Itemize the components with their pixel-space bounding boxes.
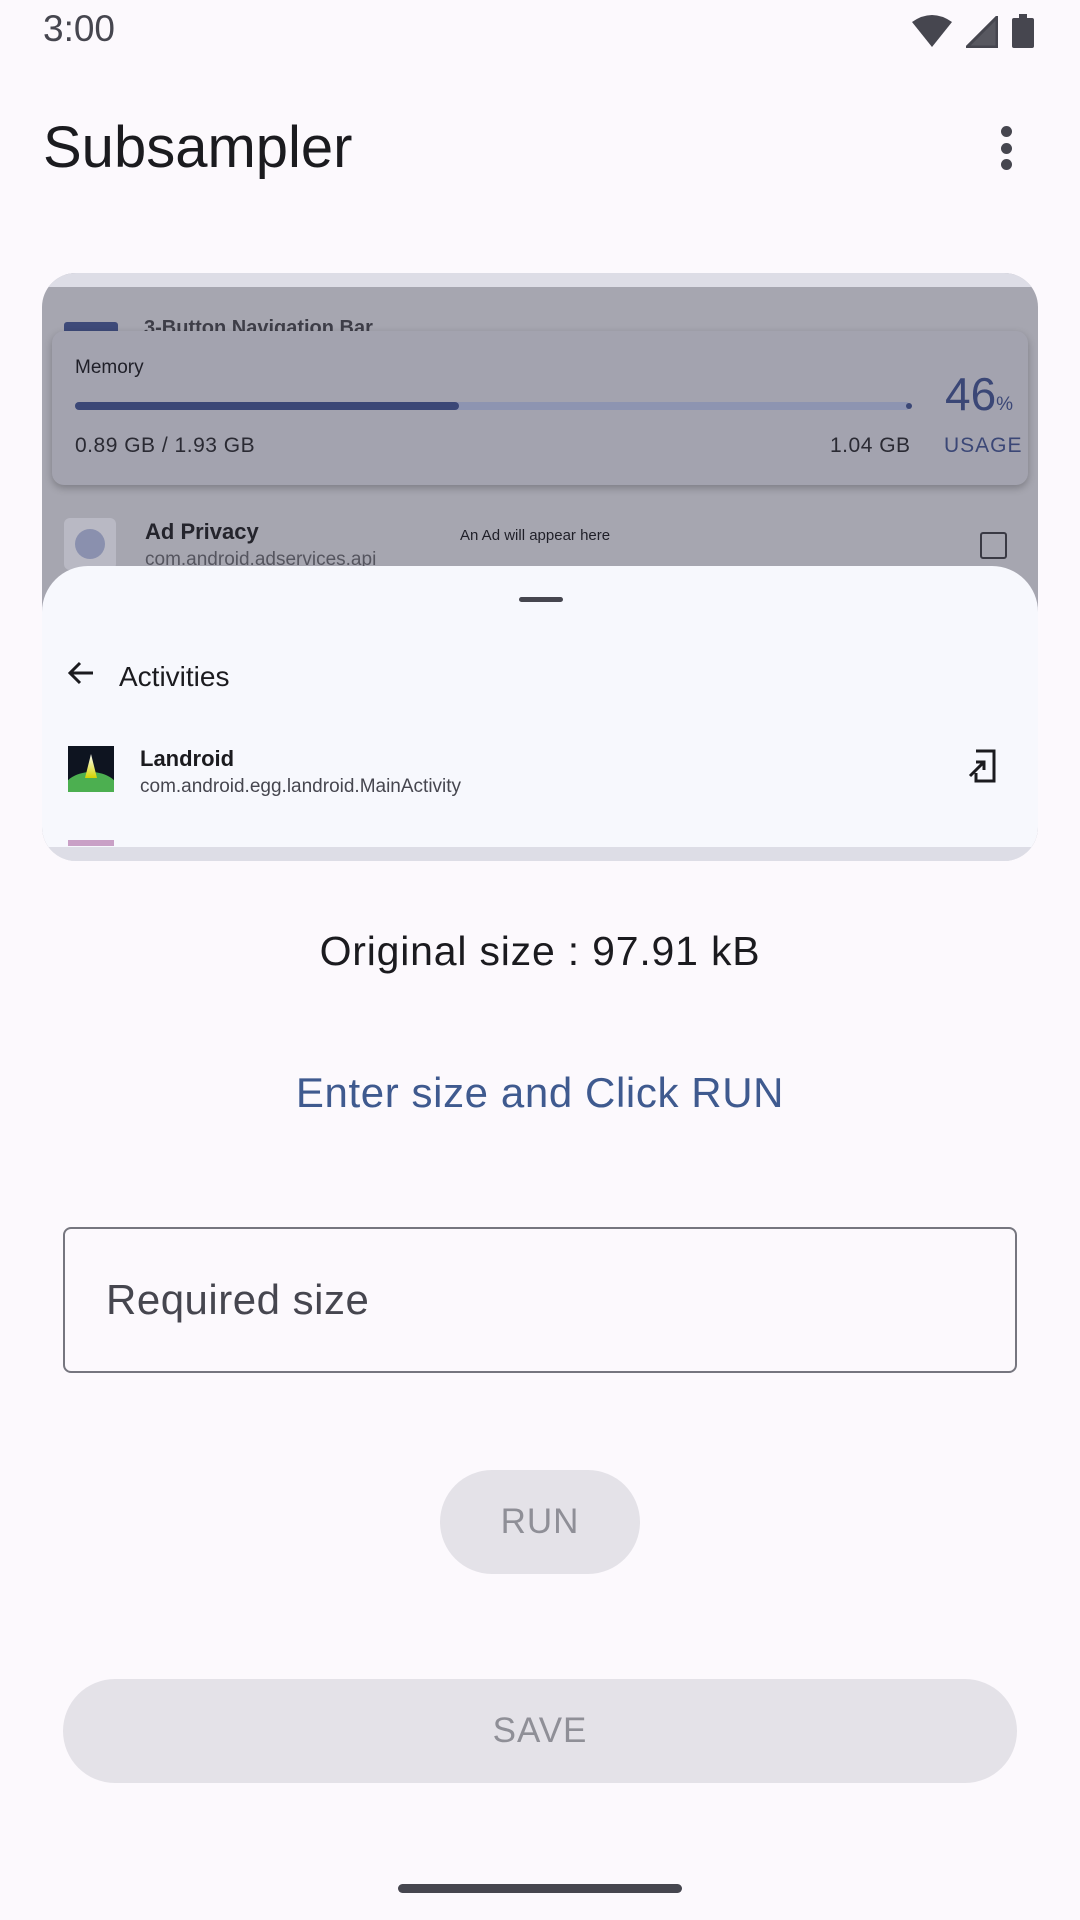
memory-label: Memory xyxy=(75,357,144,378)
required-size-field[interactable] xyxy=(63,1227,1017,1373)
activity-name: Landroid xyxy=(140,746,235,771)
app-title: Subsampler xyxy=(43,115,353,180)
run-button[interactable]: RUN xyxy=(440,1470,640,1574)
wifi-icon xyxy=(912,15,952,47)
sheet-title: Activities xyxy=(119,661,230,692)
required-size-input[interactable] xyxy=(65,1229,1015,1371)
home-indicator[interactable] xyxy=(398,1884,682,1893)
activity-class: com.android.egg.landroid.MainActivity xyxy=(140,776,462,797)
more-vert-icon[interactable] xyxy=(982,118,1030,178)
memory-card: Memory 0.89 GB / 1.93 GB 1.04 GB 46% USA… xyxy=(52,331,1028,485)
memory-percent: 46% xyxy=(945,368,1014,420)
screenshot-preview: 3-Button Navigation Bar Memory 0.89 GB /… xyxy=(42,273,1038,861)
battery-icon xyxy=(1012,14,1034,48)
landroid-app-icon xyxy=(68,746,114,792)
memory-free: 1.04 GB xyxy=(830,434,911,457)
instruction-text: Enter size and Click RUN xyxy=(295,1069,785,1116)
next-activity-icon xyxy=(68,840,114,846)
memory-progress-end-dot xyxy=(906,403,912,409)
activities-sheet: Activities Landroid com.android.egg.land… xyxy=(42,566,1038,861)
cell-signal-icon xyxy=(966,16,998,48)
status-time: 3:00 xyxy=(43,8,116,49)
preview-bottom-edge xyxy=(42,847,1038,861)
launch-icon xyxy=(968,749,996,783)
android-app-icon xyxy=(64,518,116,570)
memory-used: 0.89 GB / 1.93 GB xyxy=(75,434,256,457)
save-button[interactable]: SAVE xyxy=(63,1679,1017,1783)
app-name: Ad Privacy xyxy=(145,519,259,544)
memory-progress-track xyxy=(75,402,912,410)
drag-handle xyxy=(519,597,563,602)
preview-top-edge xyxy=(42,273,1038,287)
status-bar: 3:00 xyxy=(0,0,1080,60)
back-arrow-icon xyxy=(67,661,93,685)
checkbox-icon xyxy=(980,532,1007,559)
ad-placeholder-text: An Ad will appear here xyxy=(460,527,611,544)
status-icons xyxy=(912,14,1034,48)
memory-progress-fill xyxy=(75,402,460,410)
memory-usage-label: USAGE xyxy=(944,434,1023,457)
original-size: Original size : 97.91 kB xyxy=(319,928,761,974)
